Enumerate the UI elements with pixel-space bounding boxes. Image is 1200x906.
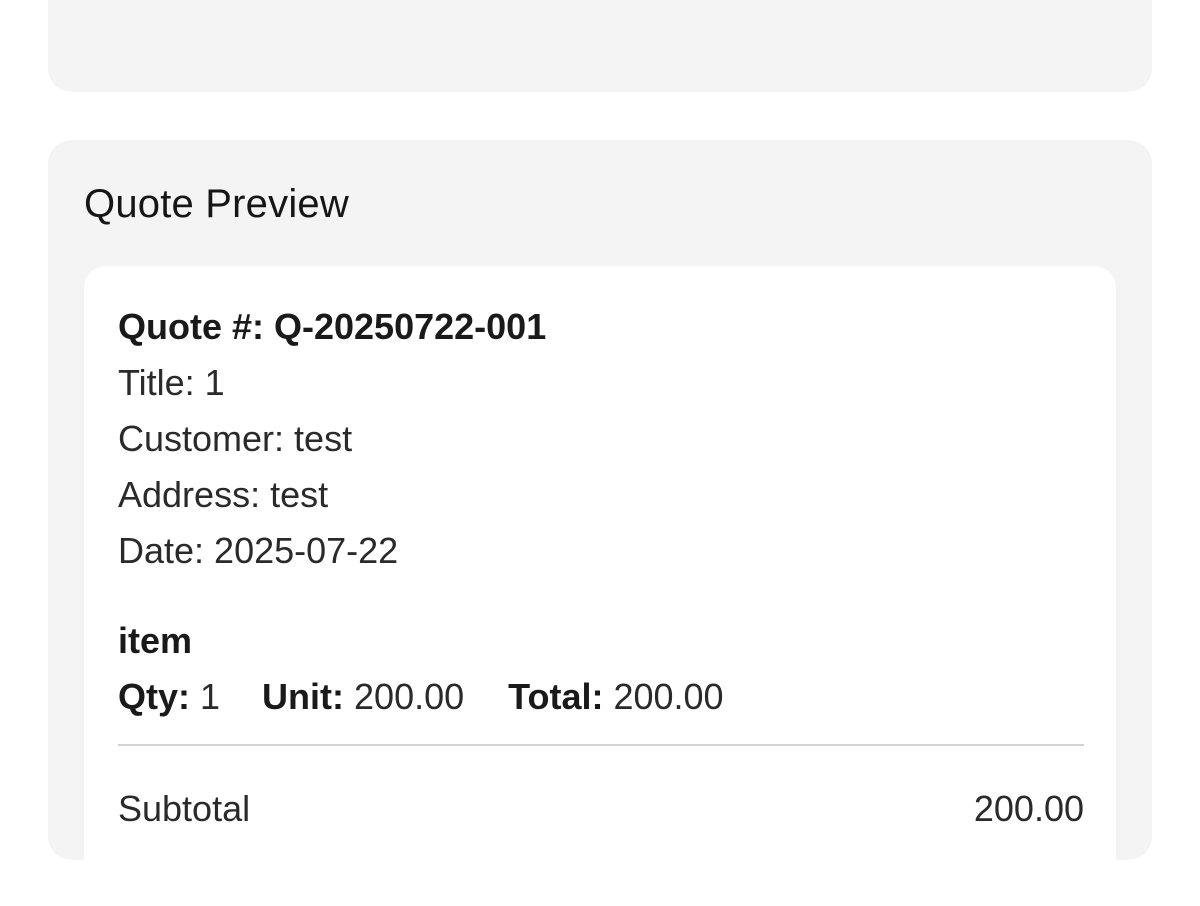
line-item-qty: Qty: 1 (118, 676, 220, 718)
unit-value: 200.00 (354, 676, 465, 717)
total-label: Total: (508, 676, 604, 717)
quote-preview-card: Quote Preview Quote #: Q-20250722-001 Ti… (48, 140, 1152, 906)
quote-preview-content: Quote #: Q-20250722-001 Title: 1 Custome… (84, 266, 1116, 906)
line-item-unit: Unit: 200.00 (262, 676, 464, 718)
quote-customer: Customer: test (118, 418, 353, 459)
section-title: Quote Preview (84, 182, 349, 226)
line-item-name: item (118, 620, 193, 661)
top-card (48, 0, 1152, 92)
divider (118, 744, 1084, 746)
qty-value: 1 (200, 676, 221, 717)
quote-number: Quote #: Q-20250722-001 (118, 306, 547, 347)
line-item-total: Total: 200.00 (508, 676, 723, 718)
total-value: 200.00 (613, 676, 724, 717)
quote-date: Date: 2025-07-22 (118, 530, 399, 571)
subtotal-label: Subtotal (118, 788, 251, 829)
subtotal-value: 200.00 (973, 788, 1084, 829)
unit-label: Unit: (262, 676, 345, 717)
qty-label: Qty: (118, 676, 190, 717)
quote-address: Address: test (118, 474, 329, 515)
line-item-details: Qty: 1 Unit: 200.00 Total: 200.00 (118, 676, 724, 718)
quote-title: Title: 1 (118, 362, 225, 403)
